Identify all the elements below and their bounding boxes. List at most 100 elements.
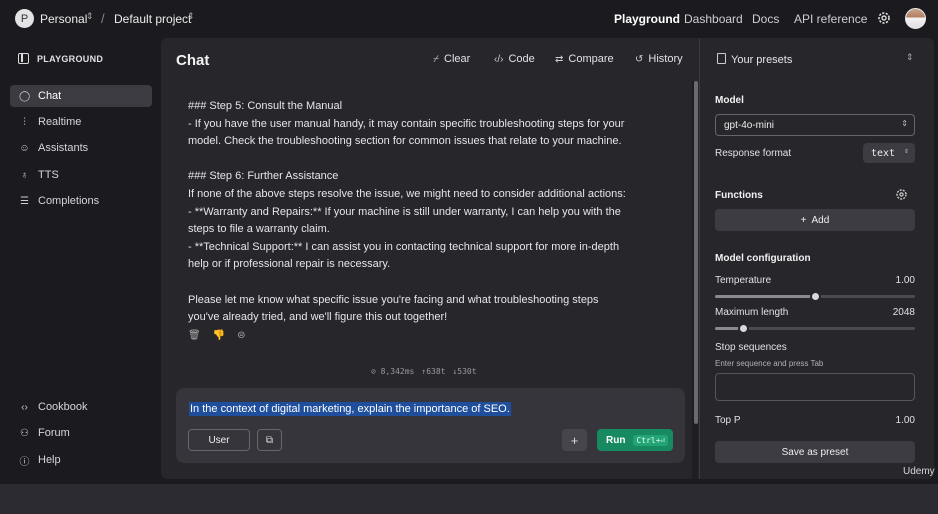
stop-sequences-input[interactable] xyxy=(715,373,915,401)
assistant-icon: ☺ xyxy=(19,142,30,154)
temperature-value[interactable]: 1.00 xyxy=(875,275,915,286)
message-line: help or if professional repair is necess… xyxy=(188,258,391,271)
org-switcher[interactable]: Personal xyxy=(40,12,87,26)
message-line: Please let me know what specific issue y… xyxy=(188,293,599,306)
message-line: you've already tried, and we'll figure t… xyxy=(188,311,448,324)
microphone-icon: ♁ xyxy=(20,169,29,181)
role-toggle-button[interactable]: User xyxy=(188,429,250,451)
stop-sequences-label: Stop sequences xyxy=(715,342,787,353)
copy-icon[interactable]: ⧉ xyxy=(257,429,282,451)
sidebar-item-completions[interactable]: ☰ Completions xyxy=(10,190,152,212)
tokens-in-stat: ↑638t xyxy=(421,367,446,376)
assistant-message: ### Step 5: Consult the Manual - If you h… xyxy=(188,98,668,327)
user-avatar[interactable] xyxy=(905,8,926,29)
nav-docs[interactable]: Docs xyxy=(752,12,779,26)
temperature-slider-fill xyxy=(715,295,815,298)
chat-bubble-icon: ◯ xyxy=(19,90,31,102)
sidebar-item-cookbook[interactable]: ‹› Cookbook xyxy=(10,396,152,418)
temperature-slider[interactable] xyxy=(715,291,915,302)
broom-icon: ⌿ xyxy=(433,53,439,65)
temperature-slider-handle[interactable] xyxy=(810,291,821,302)
chevron-updown-icon[interactable]: ⇕ xyxy=(906,52,914,63)
response-stats: ⊘ 8,342ms ↑638t ↓530t xyxy=(371,367,477,376)
chevron-updown-icon[interactable]: ⇕ xyxy=(187,11,195,22)
nav-playground[interactable]: Playground xyxy=(614,12,680,26)
chevron-updown-icon: ⇕ xyxy=(904,146,909,155)
sidebar-heading: PLAYGROUND xyxy=(37,54,104,64)
max-length-slider[interactable] xyxy=(715,323,915,334)
max-length-value[interactable]: 2048 xyxy=(875,307,915,318)
compare-button[interactable]: ⇄ Compare xyxy=(555,53,614,65)
run-shortcut: Ctrl+⏎ xyxy=(633,434,669,446)
playground-panel: Chat ⌿ Clear ‹/› Code ⇄ Compare ↺ History ##… xyxy=(161,38,934,479)
max-length-slider-handle[interactable] xyxy=(738,323,749,334)
thumbs-down-icon[interactable]: 👎 xyxy=(213,330,225,341)
sidebar-item-chat[interactable]: ◯ Chat xyxy=(10,85,152,107)
sidebar-item-label: Assistants xyxy=(38,142,89,154)
top-bar: P Personal ⇕ / Default project ⇕ Playgro… xyxy=(0,0,938,38)
clear-button[interactable]: ⌿ Clear xyxy=(433,53,470,65)
page-title: Chat xyxy=(176,52,210,69)
nav-api-reference[interactable]: API reference xyxy=(794,12,867,26)
model-select[interactable]: gpt-4o-mini ⇕ xyxy=(715,114,915,136)
chevron-updown-icon[interactable]: ⇕ xyxy=(86,11,94,22)
document-icon xyxy=(717,53,726,64)
sidebar-toggle-icon[interactable] xyxy=(18,53,29,64)
sidebar-item-assistants[interactable]: ☺ Assistants xyxy=(10,137,152,159)
compare-label: Compare xyxy=(568,53,614,65)
message-actions: 🗑 👎 ⊜ xyxy=(188,330,246,341)
sidebar-item-realtime[interactable]: ⫶ Realtime xyxy=(10,111,152,133)
nav-dashboard[interactable]: Dashboard xyxy=(684,12,743,26)
presets-dropdown[interactable]: Your presets xyxy=(731,54,792,66)
message-line: If none of the above steps resolve the i… xyxy=(188,187,626,200)
message-line: steps to file a warranty claim. xyxy=(188,223,330,236)
org-avatar[interactable]: P xyxy=(15,9,34,28)
waveform-icon: ⫶ xyxy=(23,116,26,128)
help-icon: ⓘ xyxy=(19,456,30,468)
lines-icon: ☰ xyxy=(20,195,29,207)
udemy-watermark: Udemy xyxy=(903,466,935,477)
message-line: - If you have the user manual handy, it … xyxy=(188,117,625,130)
scrollbar-thumb[interactable] xyxy=(694,81,698,424)
functions-label: Functions xyxy=(715,190,763,201)
more-icon[interactable]: ⊜ xyxy=(237,330,245,341)
add-function-button[interactable]: + Add xyxy=(715,209,915,231)
composer-text[interactable]: In the context of digital marketing, exp… xyxy=(189,402,511,416)
max-length-label: Maximum length xyxy=(715,307,789,318)
response-format-label: Response format xyxy=(715,148,792,159)
message-composer[interactable]: In the context of digital marketing, exp… xyxy=(176,388,685,463)
clear-label: Clear xyxy=(444,53,471,65)
gear-icon[interactable] xyxy=(876,10,892,26)
trash-icon[interactable]: 🗑 xyxy=(188,330,201,341)
response-format-value: text xyxy=(871,147,896,159)
sidebar-item-forum[interactable]: ⚇ Forum xyxy=(10,422,152,444)
sidebar-item-label: Completions xyxy=(38,195,100,207)
code-icon: ‹/› xyxy=(494,53,504,65)
compare-icon: ⇄ xyxy=(555,53,564,65)
response-format-select[interactable]: text ⇕ xyxy=(863,143,915,163)
top-p-value[interactable]: 1.00 xyxy=(875,415,915,426)
sidebar: PLAYGROUND ◯ Chat ⫶ Realtime ☺ Assistant… xyxy=(0,38,161,484)
breadcrumb-separator: / xyxy=(101,11,105,26)
chevron-updown-icon: ⇕ xyxy=(901,119,908,128)
sidebar-item-label: Forum xyxy=(38,427,70,439)
stop-sequences-hint: Enter sequence and press Tab xyxy=(715,359,824,368)
sidebar-item-label: Help xyxy=(38,454,61,466)
code-label: Code xyxy=(508,53,535,65)
add-message-button[interactable]: + xyxy=(562,429,587,451)
message-line: model. Check the troubleshooting section… xyxy=(188,135,622,148)
run-button[interactable]: Run Ctrl+⏎ xyxy=(597,429,673,451)
message-line: - **Technical Support:** I can assist yo… xyxy=(188,240,620,253)
sidebar-item-help[interactable]: ⓘ Help xyxy=(10,449,152,471)
project-switcher[interactable]: Default project xyxy=(114,12,191,26)
history-button[interactable]: ↺ History xyxy=(635,53,683,65)
model-label: Model xyxy=(715,95,744,106)
code-button[interactable]: ‹/› Code xyxy=(494,53,535,65)
plus-icon: + xyxy=(800,214,807,226)
latency-stat: ⊘ 8,342ms xyxy=(371,367,415,376)
sidebar-item-tts[interactable]: ♁ TTS xyxy=(10,164,152,186)
history-label: History xyxy=(648,53,683,65)
gear-icon[interactable] xyxy=(895,188,908,201)
save-preset-button[interactable]: Save as preset xyxy=(715,441,915,463)
